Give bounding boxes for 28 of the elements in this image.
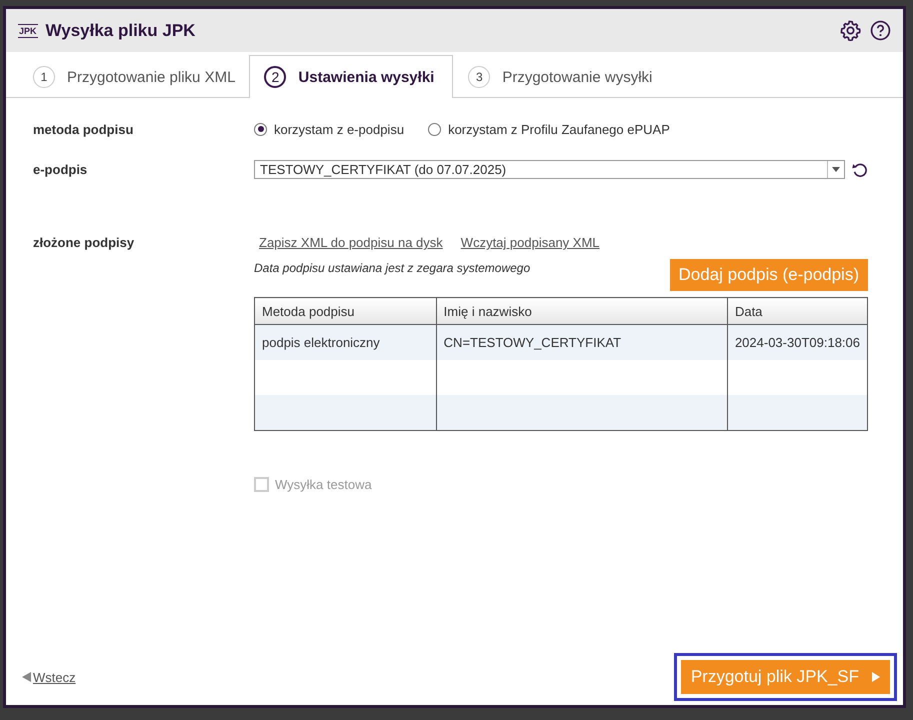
field-label: metoda podpisu: [33, 122, 134, 136]
back-link[interactable]: Wstecz: [22, 670, 76, 684]
tab[interactable]: 2 Ustawienia wysyłki: [249, 55, 454, 98]
play-arrow-icon: [872, 672, 880, 682]
jpk-logo: JPK: [18, 24, 38, 38]
table-cell: 2024-03-30T09:18:06: [727, 324, 868, 360]
column-header: Metoda podpisu: [254, 298, 436, 324]
back-arrow-icon: [22, 672, 31, 682]
dropdown-arrow-icon: [832, 167, 840, 172]
radio-button[interactable]: [428, 122, 442, 136]
checkbox-label: Wysyłka testowa: [275, 477, 372, 492]
certificate-dropdown[interactable]: TESTOWY_CERTYFIKAT (do 07.07.2025): [254, 160, 845, 179]
table-cell: CN=TESTOWY_CERTYFIKAT: [436, 324, 728, 360]
link[interactable]: Wczytaj podpisany XML: [460, 235, 600, 250]
note-text: Data podpisu ustawiana jest z zegara systemowego: [254, 261, 530, 275]
field-label: złożone podpisy: [33, 235, 136, 250]
tab[interactable]: 3 Przygotowanie wysyłki: [453, 55, 666, 98]
column-header: Data: [727, 298, 868, 324]
tab[interactable]: 1 Przygotowanie pliku XML: [18, 55, 250, 98]
field-label: e-podpis: [33, 162, 88, 177]
column-header: Imię i nazwisko: [436, 298, 728, 324]
radio-button[interactable]: [254, 122, 267, 136]
refresh-icon[interactable]: [851, 160, 869, 178]
settings-icon[interactable]: [840, 20, 861, 41]
help-icon[interactable]: [870, 20, 891, 41]
table-cell: podpis elektroniczny: [254, 324, 436, 360]
window-title: Wysyłka pliku JPK: [46, 20, 196, 40]
link[interactable]: Zapisz XML do podpisu na dysk: [259, 235, 443, 250]
